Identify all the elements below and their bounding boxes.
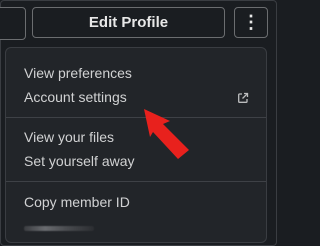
menu-divider (6, 181, 266, 182)
menu-divider (6, 117, 266, 118)
menu-item-set-yourself-away[interactable]: Set yourself away (24, 152, 135, 170)
menu-item-view-your-files[interactable]: View your files (24, 128, 114, 146)
menu-item-view-preferences[interactable]: View preferences (24, 64, 132, 82)
menu-item-account-settings[interactable]: Account settings (24, 88, 127, 106)
header-button-partial[interactable] (0, 7, 26, 40)
more-options-button[interactable]: ⋮ (234, 7, 268, 38)
external-link-icon (238, 92, 249, 103)
profile-dropdown-menu: View preferences Account settings View y… (5, 47, 267, 243)
menu-item-copy-member-id[interactable]: Copy member ID (24, 193, 130, 211)
edit-profile-button[interactable]: Edit Profile (32, 7, 225, 38)
redacted-member-id (24, 226, 94, 231)
